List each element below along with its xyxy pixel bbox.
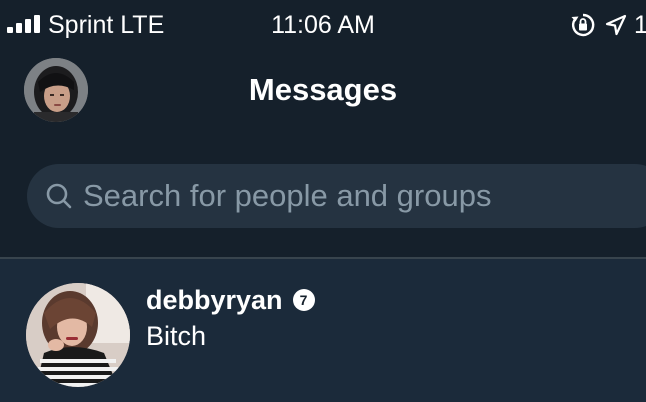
- orientation-lock-icon: [571, 13, 595, 37]
- conversation-preview: Bitch: [146, 321, 207, 351]
- search-icon: [46, 183, 72, 209]
- location-arrow-icon: [605, 14, 627, 36]
- header: Messages: [0, 50, 646, 130]
- search-input[interactable]: [83, 164, 643, 228]
- messages-screen: Sprint LTE 11:06 AM 1 Messages Search fo…: [0, 0, 646, 402]
- conversation-avatar: [26, 283, 130, 387]
- page-title: Messages: [248, 72, 398, 107]
- status-bar: Sprint LTE 11:06 AM 1: [0, 0, 646, 50]
- conversation-header: debbyryan 7: [146, 283, 315, 317]
- battery-percent: 1: [634, 11, 646, 39]
- conversation-avatar-image: [26, 283, 130, 387]
- conversation-row[interactable]: debbyryan 7 Bitch: [0, 259, 646, 402]
- unread-badge: 7: [292, 289, 315, 311]
- clock: 11:06 AM: [271, 11, 375, 39]
- search-bar[interactable]: [27, 164, 646, 228]
- status-icons: 1: [570, 10, 646, 40]
- conversation-name: debbyryan: [146, 285, 283, 315]
